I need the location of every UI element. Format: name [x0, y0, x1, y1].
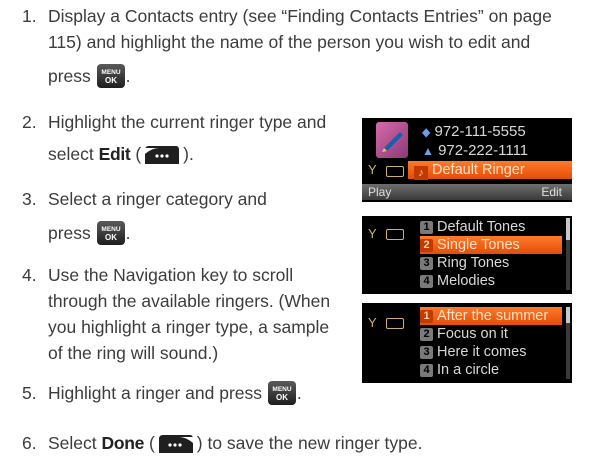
item-label: In a circle [437, 362, 500, 378]
step-number: 6. [22, 433, 37, 453]
item-label: After the summer [437, 308, 549, 324]
step-number: 4. [22, 265, 37, 285]
item-index: 4 [420, 364, 433, 377]
menu-key-top-label: MENU [272, 386, 291, 393]
music-note-icon: ♪ [414, 166, 428, 180]
step-text-line: press [48, 66, 91, 86]
phone-screen-ringer-categories: Y 1 Default Tones 2 Single Tones 3 Ring Ton… [362, 216, 572, 294]
step-text-line: Select a ringer category and [48, 189, 267, 209]
step-number: 2. [22, 112, 37, 132]
item-label: Focus on it [437, 326, 508, 342]
menu-key-top-label: MENU [101, 69, 120, 76]
step-text-line: through the available ringers. (When [48, 291, 331, 311]
step-punct: ( [135, 144, 142, 164]
item-index: 2 [420, 328, 433, 341]
step-text-line: Select [48, 433, 97, 453]
item-index: 2 [420, 239, 433, 252]
list-item-selected[interactable]: 2 Single Tones [420, 236, 562, 254]
soft-key-play[interactable]: Play [368, 184, 391, 200]
step-punct: ( [148, 433, 155, 453]
menu-key-top-label: MENU [101, 226, 120, 233]
menu-key-bottom-label: OK [105, 76, 117, 85]
step-punct: . [296, 383, 302, 403]
phone-number: 972-111-5555 [434, 123, 526, 140]
signal-icon: Y [368, 162, 377, 177]
menu-ok-key-icon: MENU OK [96, 221, 125, 245]
menu-ok-key-icon: MENU OK [96, 64, 125, 88]
step-text-line: Display a Contacts entry (see “Finding C… [48, 6, 552, 26]
keyword-done: Done [101, 433, 145, 453]
contact-number-row-2[interactable]: ▲ 972-222-1111 [422, 142, 572, 160]
mobile-icon: ◆ [422, 125, 431, 139]
list-item[interactable]: 1 Default Tones [420, 218, 562, 236]
step-text-line: press [48, 223, 91, 243]
step-text-line: of the ring will sound.) [48, 343, 219, 363]
phone-screen-contact: ◆ 972-111-5555 ▲ 972-222-1111 Y ♪ Default… [362, 118, 572, 202]
step-number: 3. [22, 189, 37, 209]
step-punct: . [125, 223, 131, 243]
step-text-line: Highlight a ringer and press [48, 383, 263, 403]
menu-key-bottom-label: OK [105, 233, 117, 242]
phone-number: 972-222-1111 [438, 142, 529, 159]
step-number: 5. [22, 383, 37, 403]
menu-ok-key-icon: MENU OK [267, 381, 296, 405]
signal-icon: Y [368, 315, 377, 330]
list-item[interactable]: 3 Here it comes [420, 343, 562, 361]
item-label: Default Tones [437, 219, 526, 235]
item-index: 1 [420, 310, 433, 323]
item-label: Ring Tones [437, 255, 510, 271]
step-punct: ) to save the new ringer type. [196, 433, 423, 453]
step-punct: ). [183, 144, 194, 164]
item-index: 1 [420, 221, 433, 234]
contact-number-row-1[interactable]: ◆ 972-111-5555 [422, 123, 572, 141]
step-text-line: select [48, 144, 94, 164]
step-text-line: Use the Navigation key to scroll [48, 265, 294, 285]
step-text-line: Highlight the current ringer type and [48, 112, 327, 132]
item-label: Single Tones [437, 237, 520, 253]
ringer-row[interactable]: ♪ Default Ringer [408, 161, 572, 180]
step-number: 1. [22, 6, 37, 26]
soft-key-bar: Play Edit [362, 184, 572, 200]
left-soft-key-icon [157, 433, 195, 462]
signal-icon: Y [368, 226, 377, 241]
ringer-name: Default Ringer [432, 162, 525, 178]
scrollbar-thumb[interactable] [566, 218, 570, 240]
phone-screen-ringer-list: Y 1 After the summer 2 Focus on it 3 Here i… [362, 303, 572, 383]
list-item[interactable]: 3 Ring Tones [420, 254, 562, 272]
right-soft-key-icon [143, 144, 181, 173]
item-index: 3 [420, 257, 433, 270]
keyword-edit: Edit [98, 144, 131, 164]
list-item-selected[interactable]: 1 After the summer [420, 307, 562, 325]
battery-icon [386, 318, 404, 329]
item-label: Melodies [437, 273, 496, 289]
menu-key-bottom-label: OK [276, 393, 288, 402]
list-item[interactable]: 4 Melodies [420, 272, 562, 290]
step-text-line: 115) and highlight the name of the perso… [48, 32, 531, 52]
item-index: 3 [420, 346, 433, 359]
battery-icon [386, 166, 404, 177]
list-item[interactable]: 4 In a circle [420, 361, 562, 379]
soft-key-edit[interactable]: Edit [541, 184, 562, 200]
step-punct: . [125, 66, 131, 86]
list-item[interactable]: 2 Focus on it [420, 325, 562, 343]
item-index: 4 [420, 275, 433, 288]
step-text-line: you highlight a ringer type, a sample [48, 317, 330, 337]
battery-icon [386, 229, 404, 240]
contact-photo-icon [376, 122, 408, 158]
scrollbar-thumb[interactable] [566, 307, 570, 323]
item-label: Here it comes [437, 344, 527, 360]
home-icon: ▲ [422, 144, 434, 158]
